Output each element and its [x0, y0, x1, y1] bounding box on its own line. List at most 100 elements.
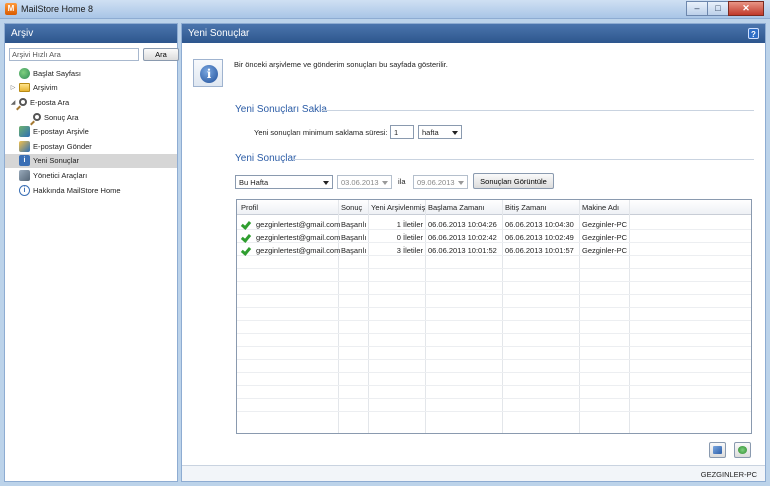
show-results-button[interactable]: Sonuçları Görüntüle [473, 173, 554, 189]
success-check-icon [242, 246, 252, 254]
cell-machine: Gezginler-PC [582, 233, 628, 242]
row-divider [237, 268, 751, 269]
search-button[interactable]: Ara [143, 48, 179, 61]
tree-item-label: Arşivim [33, 83, 58, 93]
tree-item-label: Sonuç Ara [44, 112, 79, 122]
export-button[interactable] [709, 442, 726, 458]
archive-pane: Arşiv Ara Başlat Sayfası ▷ Arşivim ◢ E-posta… [4, 23, 179, 482]
row-divider [237, 281, 751, 282]
row-divider [237, 372, 751, 373]
help-icon[interactable]: ? [748, 28, 759, 39]
cell-result: Başarılı [341, 220, 367, 229]
refresh-button[interactable] [734, 442, 751, 458]
chevron-down-icon [323, 181, 329, 185]
tree-item[interactable]: E-postayı Arşivle [5, 124, 177, 139]
results-table: Profil Sonuç Yeni Arşivlenmiş Başlama Zaman… [236, 199, 752, 434]
maximize-button[interactable]: □ [707, 1, 729, 16]
tree-item[interactable]: E-postayı Gönder [5, 139, 177, 154]
tree-item[interactable]: ◢ E-posta Ara [5, 95, 177, 110]
tree-item[interactable]: i Yeni Sonuçlar [5, 153, 177, 169]
table-row[interactable]: gezginlertest@gmail.com Başarılı 1 İletile… [237, 219, 751, 231]
keep-unit-value: hafta [422, 128, 439, 137]
keep-unit-select[interactable]: hafta [418, 125, 462, 139]
to-date-value: 09.06.2013 [417, 178, 455, 187]
keep-duration-label: Yeni sonuçları minimum saklama süresi: [254, 128, 388, 137]
cell-end: 06.06.2013 10:04:30 [505, 220, 574, 229]
quick-search-input[interactable] [9, 48, 139, 61]
column-header-col-end-time[interactable]: Bitiş Zamanı [505, 203, 547, 212]
mailstore-logo-icon: M [5, 3, 17, 15]
expand-arrow-icon[interactable]: ▷ [10, 84, 16, 91]
search-icon [19, 98, 27, 107]
cell-count: 1 İletiler [396, 220, 423, 229]
chevron-down-icon [382, 181, 388, 185]
search-icon [33, 113, 41, 122]
keep-section-title: Yeni Sonuçları Sakla [235, 104, 327, 115]
close-button[interactable]: ✕ [728, 1, 764, 16]
export-icon [713, 446, 722, 454]
section-divider [294, 159, 754, 160]
success-check-icon [242, 233, 252, 241]
tree-item[interactable]: Sonuç Ara [5, 110, 177, 125]
column-header-col-profile[interactable]: Profil [241, 203, 258, 212]
tree-item[interactable]: ▷ Arşivim [5, 81, 177, 96]
row-divider [237, 346, 751, 347]
send-icon [19, 140, 30, 152]
archive-tree: Başlat Sayfası ▷ Arşivim ◢ E-posta Ara Sonuç … [5, 66, 177, 197]
home-icon [19, 67, 30, 79]
cell-result: Başarılı [341, 246, 367, 255]
collapse-arrow-icon[interactable]: ◢ [10, 99, 16, 106]
period-select[interactable]: Bu Hafta [235, 175, 333, 189]
from-date-picker[interactable]: 03.06.2013 [337, 175, 392, 189]
chevron-down-icon [458, 181, 464, 185]
archive-header: Arşiv [5, 24, 177, 43]
tree-item[interactable]: Yönetici Araçları [5, 168, 177, 183]
cell-count: 3 İletiler [396, 246, 423, 255]
archive-icon [19, 126, 30, 138]
machine-name-status: GEZGINLER-PC [700, 470, 757, 479]
column-header-col-result[interactable]: Sonuç [341, 203, 362, 212]
column-header-col-new-archived[interactable]: Yeni Arşivlenmiş [371, 203, 425, 212]
row-divider [237, 359, 751, 360]
table-row[interactable]: gezginlertest@gmail.com Başarılı 0 İletile… [237, 232, 751, 244]
status-bar: GEZGINLER-PC [182, 465, 765, 481]
minimize-button[interactable]: – [686, 1, 708, 16]
success-check-icon [242, 220, 252, 228]
cell-machine: Gezginler-PC [582, 220, 628, 229]
page-description: Bir önceki arşivleme ve gönderim sonuçla… [234, 60, 448, 69]
date-range-separator: ila [398, 177, 406, 186]
cell-profile: gezginlertest@gmail.com [256, 220, 341, 229]
row-divider [237, 398, 751, 399]
tree-item[interactable]: i Hakkında MailStore Home [5, 183, 177, 198]
row-divider [237, 333, 751, 334]
row-divider [237, 385, 751, 386]
column-header-col-start-time[interactable]: Başlama Zamanı [428, 203, 485, 212]
from-date-value: 03.06.2013 [341, 178, 379, 187]
cell-count: 0 İletiler [396, 233, 423, 242]
tree-item[interactable]: Başlat Sayfası [5, 66, 177, 81]
chevron-down-icon [452, 131, 458, 135]
page-title: Yeni Sonuçlar [182, 24, 765, 43]
to-date-picker[interactable]: 09.06.2013 [413, 175, 468, 189]
tree-item-label: Başlat Sayfası [33, 68, 81, 78]
keep-duration-input[interactable]: 1 [390, 125, 414, 139]
tools-icon [19, 169, 30, 181]
cell-end: 06.06.2013 10:01:57 [505, 246, 574, 255]
row-divider [237, 307, 751, 308]
period-value: Bu Hafta [239, 178, 269, 187]
cell-start: 06.06.2013 10:04:26 [428, 220, 497, 229]
about-icon: i [19, 184, 30, 196]
cell-end: 06.06.2013 10:02:49 [505, 233, 574, 242]
tree-item-label: Yeni Sonuçlar [33, 156, 80, 166]
cell-start: 06.06.2013 10:02:42 [428, 233, 497, 242]
info-icon: i [193, 59, 223, 87]
tree-item-label: Yönetici Araçları [33, 170, 88, 180]
tree-item-label: E-postayı Arşivle [33, 127, 89, 137]
info-icon: i [19, 155, 30, 167]
tree-item-label: E-posta Ara [30, 97, 70, 107]
table-row[interactable]: gezginlertest@gmail.com Başarılı 3 İletile… [237, 245, 751, 257]
content-pane: Yeni Sonuçlar ? i Bir önceki arşivleme v… [181, 23, 766, 482]
cell-start: 06.06.2013 10:01:52 [428, 246, 497, 255]
column-header-col-machine[interactable]: Makine Adı [582, 203, 619, 212]
results-section-title: Yeni Sonuçlar [235, 153, 297, 164]
